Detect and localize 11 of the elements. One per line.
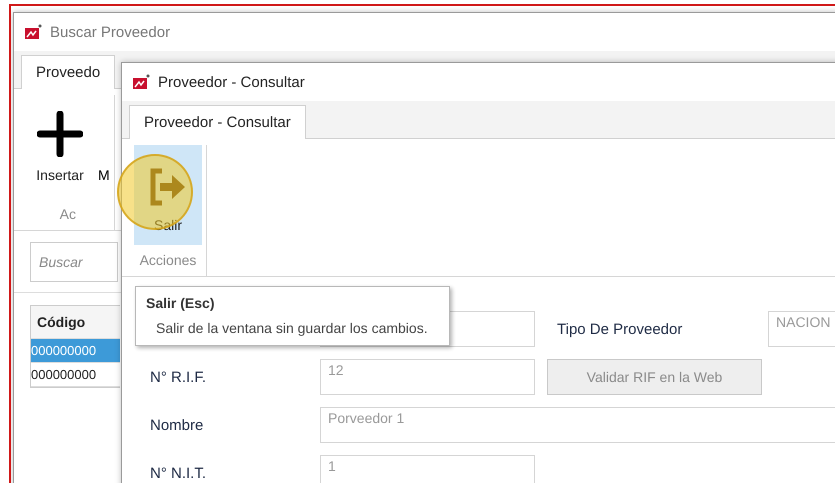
group-label: Acciones — [140, 251, 196, 270]
field-label: Tipo De Proveedor — [557, 320, 684, 338]
tooltip-title: Salir (Esc) — [146, 295, 216, 311]
window-title: Buscar Proveedor — [50, 24, 170, 40]
tooltip-text: Salir de la ventana sin guardar los cambios. — [155, 319, 429, 338]
field-label: N° R.I.F. — [150, 368, 208, 386]
column-header: Código — [31, 306, 120, 339]
field-label: N° N.I.T. — [150, 464, 208, 482]
window-title: Proveedor - Consultar — [158, 74, 305, 90]
field-label: Nombre — [150, 416, 204, 434]
group-label: Ac — [60, 205, 76, 224]
